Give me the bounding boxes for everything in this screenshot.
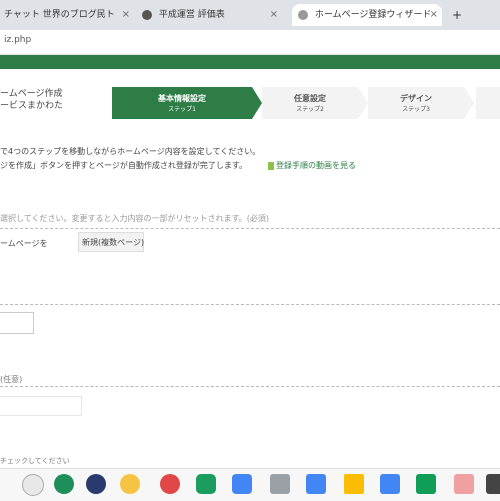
tab-evaluation[interactable]: 平成運営 評価表 × xyxy=(142,4,282,26)
drive-app-icon[interactable] xyxy=(344,474,364,494)
site-title-line2: ービスまかわた xyxy=(0,101,64,111)
step-sub: ステップ1 xyxy=(168,106,196,113)
tab-title: ホームページ登録ウィザード xyxy=(314,10,432,20)
tab-strip: チャット 世界のブログ民ト × 平成運営 評価表 × ホームページ登録ウィザード… xyxy=(0,0,500,30)
gray-app-icon[interactable] xyxy=(270,474,290,494)
form-note: 選択してください。変更すると入力内容の一部がリセットされます。(必須) xyxy=(0,214,269,223)
sample-link-label: 登録手順の動画を見る xyxy=(276,161,356,170)
pink-app-icon[interactable] xyxy=(454,474,474,494)
translate-app-icon[interactable] xyxy=(232,474,252,494)
tab-favicon-icon xyxy=(298,9,308,20)
check-note: チェックしてください xyxy=(0,457,70,465)
green-app-icon[interactable] xyxy=(54,474,74,494)
chrome-app-icon[interactable] xyxy=(22,474,44,496)
new-tab-button[interactable]: + xyxy=(452,4,466,26)
site-header-band xyxy=(0,55,500,69)
step-label: 基本情報設定 xyxy=(158,94,206,103)
tab-title: チャット 世界のブログ民ト xyxy=(4,10,115,20)
intro-line2: ジを作成」ボタンを押すとページが自動作成され登録が完了します。 xyxy=(0,161,248,170)
site-title: ームページ作成 ービスまかわた xyxy=(0,88,63,112)
divider xyxy=(0,228,500,229)
shield-app-icon[interactable] xyxy=(86,474,106,494)
docs-app-icon[interactable] xyxy=(306,474,326,494)
homepage-type-select[interactable]: 新規(複数ページ) xyxy=(78,232,144,252)
yellow-app-icon[interactable] xyxy=(120,474,140,494)
document-icon xyxy=(268,161,274,170)
section-optional-label: (任意) xyxy=(0,375,23,384)
homepage-type-value: 新規(複数ページ) xyxy=(82,238,145,247)
step-label: 任意設定 xyxy=(294,94,326,103)
site-title-line1: ームページ作成 xyxy=(0,89,63,99)
tab-title: 平成運営 評価表 xyxy=(158,10,225,20)
intro-line1: で4つのステップを移動しながらホームページ内容を設定してください。 xyxy=(0,147,261,156)
close-icon[interactable]: × xyxy=(430,4,438,26)
step-arrow-icon xyxy=(252,87,262,119)
step-label: デザイン xyxy=(400,94,432,103)
dark-app-icon[interactable] xyxy=(486,474,500,494)
step-sub: ステップ2 xyxy=(296,106,324,113)
homepage-type-label: ームページを xyxy=(0,239,48,248)
url-text: iz.php xyxy=(4,35,32,45)
step-optional[interactable]: 任意設定 ステップ2 xyxy=(262,87,358,119)
close-icon[interactable]: × xyxy=(270,4,278,26)
step-next[interactable] xyxy=(476,87,500,119)
red-app-icon[interactable] xyxy=(160,474,180,494)
step-sub: ステップ3 xyxy=(402,106,430,113)
close-icon[interactable]: × xyxy=(122,4,130,26)
divider xyxy=(0,304,500,305)
step-arrow-icon xyxy=(464,87,474,119)
step-arrow-icon xyxy=(358,87,368,119)
slides-app-icon[interactable] xyxy=(380,474,400,494)
tab-chat[interactable]: チャット 世界のブログ民ト × xyxy=(4,4,134,26)
address-bar[interactable]: iz.php xyxy=(0,30,500,55)
step-design[interactable]: デザイン ステップ3 xyxy=(368,87,464,119)
text-input[interactable] xyxy=(0,312,34,334)
text-input[interactable] xyxy=(0,396,82,416)
tab-homepage-wizard[interactable]: ホームページ登録ウィザード × xyxy=(292,4,442,26)
sample-link[interactable]: 登録手順の動画を見る xyxy=(268,160,356,171)
sheets-app-icon[interactable] xyxy=(416,474,436,494)
divider xyxy=(0,386,500,387)
tab-favicon-icon xyxy=(142,9,152,20)
classroom-app-icon[interactable] xyxy=(196,474,216,494)
step-basic-info[interactable]: 基本情報設定 ステップ1 xyxy=(112,87,252,119)
